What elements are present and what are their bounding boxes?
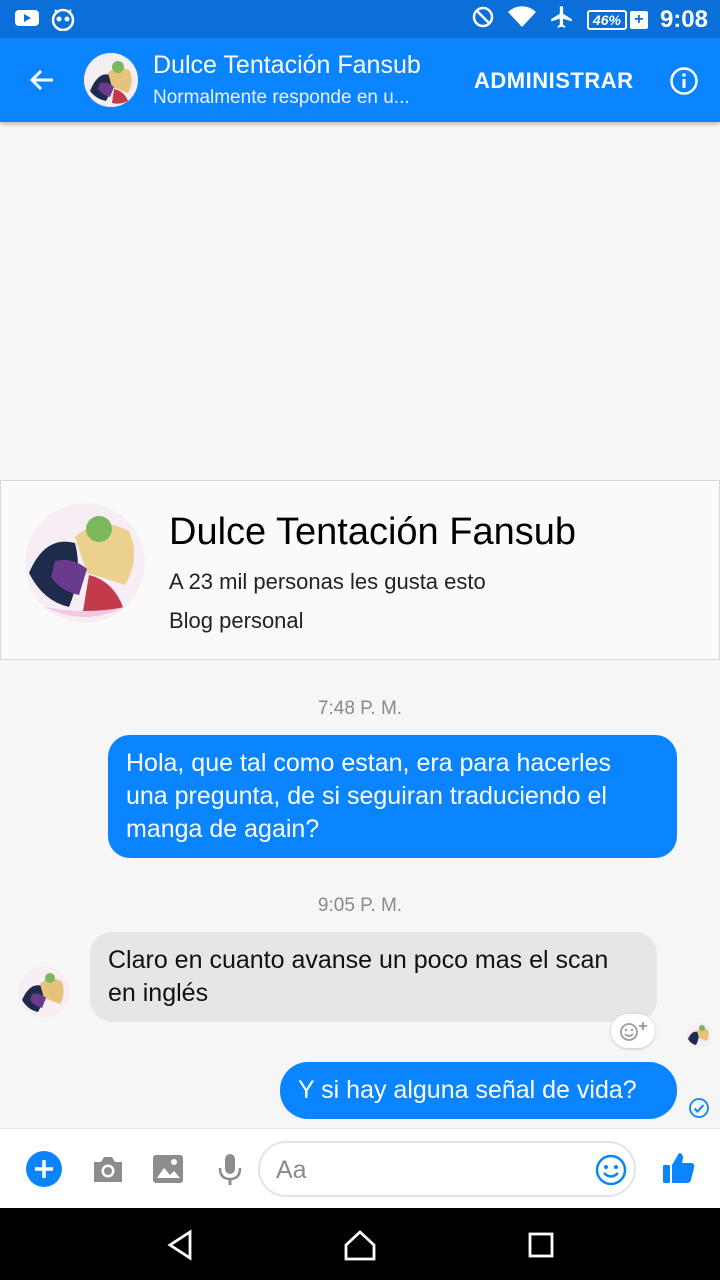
youtube-icon	[14, 7, 40, 36]
charging-icon: +	[629, 10, 648, 29]
info-icon[interactable]	[669, 66, 699, 96]
airplane-icon	[549, 4, 575, 35]
sender-avatar[interactable]	[18, 966, 70, 1018]
page-profile-picture	[25, 503, 145, 623]
battery-level: 46%	[586, 9, 627, 30]
add-reaction-button[interactable]	[611, 1014, 655, 1048]
message-timestamp: 7:48 P. M.	[317, 698, 403, 719]
delivered-check-icon	[688, 1097, 710, 1119]
nav-back-icon[interactable]	[164, 1228, 198, 1262]
message-timestamp: 9:05 P. M.	[317, 895, 403, 916]
seen-by-avatar	[686, 1022, 712, 1048]
page-category: Blog personal	[169, 608, 304, 633]
microphone-icon[interactable]	[212, 1151, 248, 1187]
robot-app-icon	[50, 7, 76, 36]
battery-indicator: 46% +	[586, 9, 648, 30]
wifi-icon	[507, 5, 537, 34]
conversation-subtitle: Normalmente responde en u...	[153, 87, 410, 108]
incoming-message-bubble[interactable]: Claro en cuanto avanse un poco mas el sc…	[90, 932, 657, 1022]
status-bar: 46% + 9:08	[0, 0, 720, 38]
image-icon[interactable]	[150, 1151, 186, 1187]
page-info-card[interactable]: Dulce Tentación Fansub A 23 mil personas…	[0, 480, 720, 660]
like-thumb-icon[interactable]	[660, 1149, 698, 1187]
page-avatar[interactable]	[84, 53, 138, 107]
clock: 9:08	[659, 5, 708, 33]
nav-home-icon[interactable]	[343, 1228, 377, 1262]
message-input-container	[258, 1141, 636, 1197]
do-not-disturb-icon	[471, 5, 495, 34]
system-navigation-bar	[0, 1208, 720, 1280]
emoji-icon[interactable]	[594, 1153, 628, 1187]
page-name: Dulce Tentación Fansub	[169, 511, 576, 553]
add-icon[interactable]	[26, 1151, 62, 1187]
page-likes-count: A 23 mil personas les gusta esto	[169, 569, 486, 594]
camera-icon[interactable]	[90, 1151, 126, 1187]
conversation-header: Dulce Tentación Fansub Normalmente respo…	[0, 38, 720, 122]
outgoing-message-bubble[interactable]: Y si hay alguna señal de vida?	[280, 1062, 677, 1119]
manage-button[interactable]: ADMINISTRAR	[474, 68, 634, 94]
message-input[interactable]	[276, 1153, 576, 1187]
message-composer	[0, 1128, 720, 1208]
arrow-back-icon[interactable]	[26, 64, 58, 96]
outgoing-message-bubble[interactable]: Hola, que tal como estan, era para hacer…	[108, 735, 677, 858]
nav-recents-icon[interactable]	[524, 1228, 558, 1262]
conversation-title: Dulce Tentación Fansub	[153, 51, 421, 79]
